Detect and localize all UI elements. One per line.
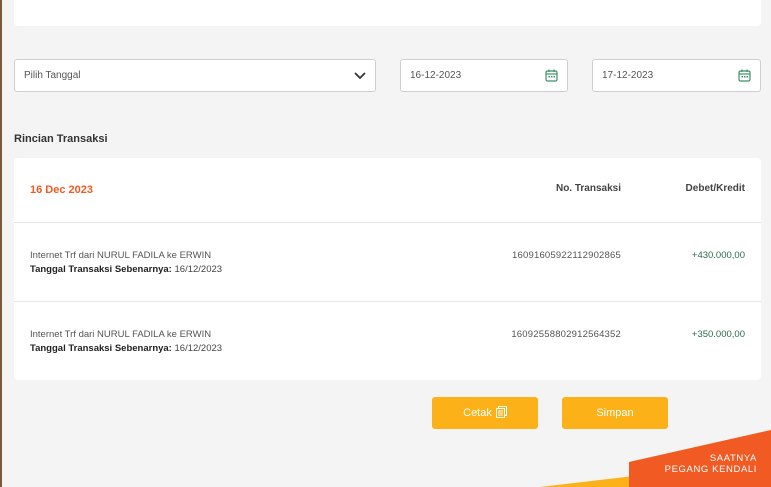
promo-line-1: SAATNYA [709, 453, 757, 464]
promo-tagline: SAATNYA PEGANG KENDALI [665, 453, 757, 475]
end-date-field[interactable]: 17-12-2023 [592, 59, 761, 92]
transaction-actual-date: Tanggal Transaksi Sebenarnya: 16/12/2023 [30, 264, 222, 275]
column-header-amount: Debet/Kredit [685, 183, 745, 194]
period-select[interactable]: Pilih Tanggal [14, 59, 376, 92]
window-edge [0, 0, 2, 487]
actual-date-value: 16/12/2023 [174, 343, 223, 354]
table-header: 16 Dec 2023 No. Transaksi Debet/Kredit [14, 158, 761, 223]
top-card [14, 0, 761, 26]
column-header-number: No. Transaksi [555, 183, 621, 194]
actual-date-label: Tanggal Transaksi Sebenarnya: [30, 264, 172, 275]
promo-stripe-yellow [540, 460, 771, 487]
actual-date-label: Tanggal Transaksi Sebenarnya: [30, 343, 172, 354]
transaction-number: 16092558802912564352 [511, 329, 621, 340]
transaction-table: 16 Dec 2023 No. Transaksi Debet/Kredit I… [14, 158, 761, 380]
calendar-icon[interactable] [738, 69, 751, 82]
print-button-label: Cetak [463, 407, 492, 419]
chevron-down-icon [354, 72, 366, 80]
transaction-amount: +430.000,00 [691, 250, 745, 261]
transaction-actual-date: Tanggal Transaksi Sebenarnya: 16/12/2023 [30, 343, 222, 354]
save-button[interactable]: Simpan [562, 397, 668, 429]
table-row: Internet Trf dari NURUL FADILA ke ERWIN … [14, 223, 761, 302]
actual-date-value: 16/12/2023 [174, 264, 223, 275]
start-date-field[interactable]: 16-12-2023 [400, 59, 568, 92]
page: Pilih Tanggal 16-12-2023 17-12-2023 Rinc… [0, 0, 771, 487]
save-button-label: Simpan [596, 407, 634, 419]
calendar-icon[interactable] [545, 69, 558, 82]
section-title: Rincian Transaksi [14, 133, 108, 145]
end-date-value: 17-12-2023 [602, 70, 654, 81]
start-date-value: 16-12-2023 [410, 70, 462, 81]
print-button[interactable]: Cetak [432, 397, 538, 429]
promo-line-2: PEGANG KENDALI [664, 464, 757, 475]
transaction-number: 16091605922112902865 [512, 250, 621, 261]
table-row: Internet Trf dari NURUL FADILA ke ERWIN … [14, 302, 761, 381]
period-select-value: Pilih Tanggal [24, 70, 81, 81]
date-heading: 16 Dec 2023 [30, 184, 93, 196]
promo-stripe-orange [629, 430, 771, 487]
document-icon [495, 405, 507, 421]
transaction-description: Internet Trf dari NURUL FADILA ke ERWIN [30, 329, 212, 340]
transaction-amount: +350.000,00 [691, 329, 745, 340]
transaction-description: Internet Trf dari NURUL FADILA ke ERWIN [30, 250, 212, 261]
